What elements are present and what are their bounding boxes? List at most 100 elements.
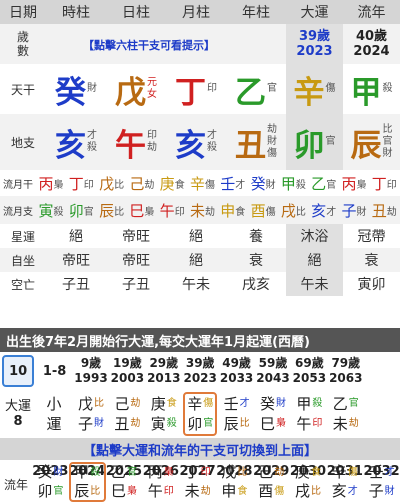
dizhi-shishen: 劫財傷 [267,124,277,160]
dayun-age-cell[interactable]: 10 [2,355,35,387]
tiangan-cell-3[interactable]: 乙官 [226,64,286,114]
dayun-age-cell[interactable]: 9歲 1993 [73,352,109,390]
dizhi-cell-4[interactable]: 卯官 [286,114,343,170]
dizhi-cell-5[interactable]: 辰比官財 [343,114,400,170]
dizhi-shishen: 比官財 [383,124,393,160]
xiaoyun-cell[interactable]: 小 運 [36,390,72,438]
liuyue-cell[interactable]: 子財 [339,196,369,224]
tiangan-shishen: 傷 [326,83,336,95]
liunian-char: 戌 [294,482,310,500]
liuyue-cell[interactable]: 午印 [157,196,187,224]
dizhi-cell-3[interactable]: 丑劫財傷 [226,114,286,170]
age-row: 歲 數 【點擊六柱干支可看提示】 39歲 2023 40歲 2024 [0,24,400,64]
dayun-age-cell[interactable]: 79歲 2063 [328,352,364,390]
tiangan-cell-4[interactable]: 辛傷 [286,64,343,114]
dizhi-char: 亥 [175,127,206,164]
dayun-ganzhi-cell[interactable]: 壬才辰比 [218,390,254,438]
dayun-ganzhi-line: 乙官 [333,394,359,414]
liuyue-cell[interactable]: 壬才 [218,170,248,196]
shishen-text: 劫 [267,124,277,135]
liunian-ganzhi-cell[interactable]: 甲殺辰比 [68,462,106,502]
liunian-ganzhi-cell[interactable]: 庚食戌比 [290,462,327,502]
liunian-ganzhi-cell[interactable]: 乙官巳梟 [106,462,143,502]
liuyue-cell[interactable]: 己劫 [127,170,157,196]
dizhi-char: 辰 [350,127,382,164]
liuyue-cell[interactable]: 申食 [218,196,248,224]
dayun-shishen: 官 [203,418,214,429]
dayun-ganzhi-cell[interactable]: 辛傷卯官 [183,392,218,436]
liuyue-char: 己 [129,174,145,193]
liuyue-cell[interactable]: 巳梟 [127,196,157,224]
dayun-age-cell[interactable]: 69歲 2053 [291,352,327,390]
dayun-year-text: 2013 [147,371,181,385]
dayun-ganzhi-cell[interactable]: 癸財巳梟 [255,390,291,438]
liunian-ganzhi-cell[interactable]: 戊比申食 [216,462,253,502]
dayun-shishen: 劫 [348,418,359,429]
tiangan-cell-5[interactable]: 甲殺 [343,64,400,114]
liuyue-cell[interactable]: 乙官 [309,170,339,196]
liuyue-zhi-row: 流月支 寅殺卯官辰比巳梟午印未劫申食酉傷戌比亥才子財丑劫 [0,196,400,224]
liunian-ganzhi-cell[interactable]: 己劫酉傷 [253,462,290,502]
liuyue-cell[interactable]: 丑劫 [369,196,399,224]
dayun-age-cell[interactable]: 29歲 2013 [146,352,182,390]
dayun-age-cell[interactable]: 39歲 2023 [182,352,218,390]
liuyue-shishen: 傷 [205,179,215,191]
liuyue-cell[interactable]: 丙梟 [339,170,369,196]
dayun-age-cell[interactable]: 19歲 2003 [109,352,145,390]
liunian-ganzhi-cell[interactable]: 辛傷亥才 [326,462,363,502]
liuyue-cell[interactable]: 未劫 [188,196,218,224]
pillar-hint[interactable]: 【點擊六柱干支可看提示】 [54,37,244,53]
dayun-ganzhi-cell[interactable]: 甲殺午印 [291,390,327,438]
liunian-char: 申 [221,482,237,500]
dizhi-cell-1[interactable]: 午印劫 [106,114,166,170]
liuyue-cell[interactable]: 戊比 [97,170,127,196]
kongwang-value: 子丑 [62,277,90,293]
liuyue-shishen: 殺 [53,206,64,218]
dayun-label: 大運 8 [0,390,36,438]
liuyue-cell[interactable]: 酉傷 [248,196,278,224]
liuyue-char: 戌 [280,201,296,220]
liunian-ganzhi-line: 午印 [148,482,174,501]
liuyue-cell[interactable]: 甲殺 [278,170,308,196]
liuyue-cell[interactable]: 辛傷 [188,170,218,196]
liunian-char: 丙 [147,463,163,481]
dizhi-cell-0[interactable]: 亥才殺 [46,114,106,170]
dizhi-cell-2[interactable]: 亥才殺 [166,114,226,170]
shishen-text: 印 [207,83,217,94]
dayun-age-cell[interactable]: 1-8 [36,352,72,390]
liunian-ganzhi-line: 辰比 [74,482,100,501]
dayun-ganzhi-cell[interactable]: 乙官未劫 [328,390,364,438]
liuyue-cell[interactable]: 寅殺 [36,196,66,224]
tiangan-cell-0[interactable]: 癸財 [46,64,106,114]
liuyue-cell[interactable]: 辰比 [97,196,127,224]
tiangan-cell-2[interactable]: 丁印 [166,64,226,114]
dayun-age-cell[interactable]: 59歲 2043 [255,352,291,390]
liuyue-char: 庚 [159,174,175,193]
liuyue-cell[interactable]: 癸財 [248,170,278,196]
tiangan-char: 甲 [350,74,382,111]
liuyue-cell[interactable]: 卯官 [66,196,96,224]
liuyue-cell[interactable]: 亥才 [309,196,339,224]
liuyue-cell[interactable]: 戌比 [278,196,308,224]
liuyue-cell[interactable]: 丁印 [66,170,96,196]
tiangan-char: 乙 [235,74,266,111]
dayun-ganzhi-cell[interactable]: 戊比子財 [73,390,109,438]
liuyue-char: 丙 [341,174,357,193]
liuyue-char: 丙 [38,174,54,193]
liunian-ganzhi-line: 亥才 [332,482,358,501]
liunian-ganzhi-cell[interactable]: 癸財卯官 [32,462,69,502]
dayun-age-text: 9歲 [80,356,102,370]
dayun-age-cell[interactable]: 49歲 2033 [218,352,254,390]
dayun-ganzhi-line: 辰比 [224,414,250,434]
tiangan-cell-1[interactable]: 戊元女 [106,64,166,114]
liunian-ganzhi-cell[interactable]: 壬才子財 [363,462,400,502]
liuyue-cell[interactable]: 丁印 [369,170,399,196]
liunian-ganzhi-cell[interactable]: 丙梟午印 [142,462,179,502]
liunian-ganzhi-cell[interactable]: 丁印未劫 [179,462,216,502]
dayun-ganzhi-cell[interactable]: 庚食寅殺 [146,390,182,438]
liuyue-cell[interactable]: 丙梟 [36,170,66,196]
dayun-label-text: 大運 [4,399,31,414]
liuyue-cell[interactable]: 庚食 [157,170,187,196]
liuyue-shishen: 梟 [53,179,64,191]
dayun-ganzhi-cell[interactable]: 己劫丑劫 [109,390,145,438]
